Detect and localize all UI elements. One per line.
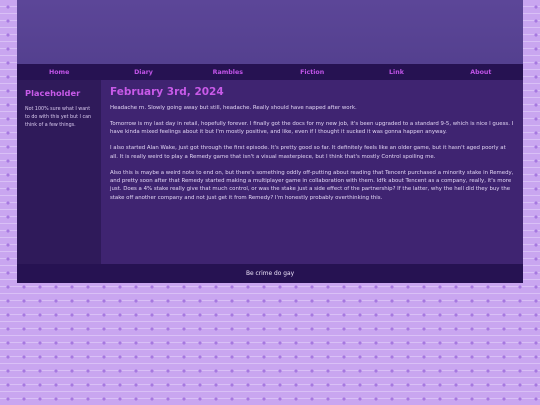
nav-link-rambles[interactable]: Rambles	[186, 69, 270, 76]
entry-paragraph: Also this is maybe a weird note to end o…	[110, 169, 514, 201]
sidebar-text: Not 100% sure what I want to do with thi…	[25, 107, 92, 128]
content-area: Placeholder Not 100% sure what I want to…	[17, 80, 523, 264]
nav-link-about[interactable]: About	[439, 69, 523, 76]
entry-paragraph: Tomorrow is my last day in retail, hopef…	[110, 120, 514, 136]
entry-date: February 3rd, 2024	[110, 86, 224, 98]
sidebar: Placeholder Not 100% sure what I want to…	[17, 80, 101, 264]
nav-link-fiction[interactable]: Fiction	[270, 69, 354, 76]
header-banner	[17, 0, 523, 64]
site-container: Home Diary Rambles Fiction Link About Pl…	[17, 0, 523, 283]
entry-paragraph: I also started Alan Wake, just got throu…	[110, 145, 506, 160]
footer: Be crime do gay	[17, 264, 523, 283]
nav-bar: Home Diary Rambles Fiction Link About	[17, 64, 523, 80]
nav-link-diary[interactable]: Diary	[101, 69, 185, 76]
sidebar-title: Placeholder	[25, 88, 81, 98]
nav-link-link[interactable]: Link	[354, 69, 438, 76]
footer-text: Be crime do gay	[245, 270, 295, 277]
diary-entry: February 3rd, 2024 Headache rn. Slowly g…	[101, 80, 523, 264]
entry-paragraph: Headache rn. Slowly going away but still…	[110, 105, 357, 111]
nav-link-home[interactable]: Home	[17, 69, 101, 76]
